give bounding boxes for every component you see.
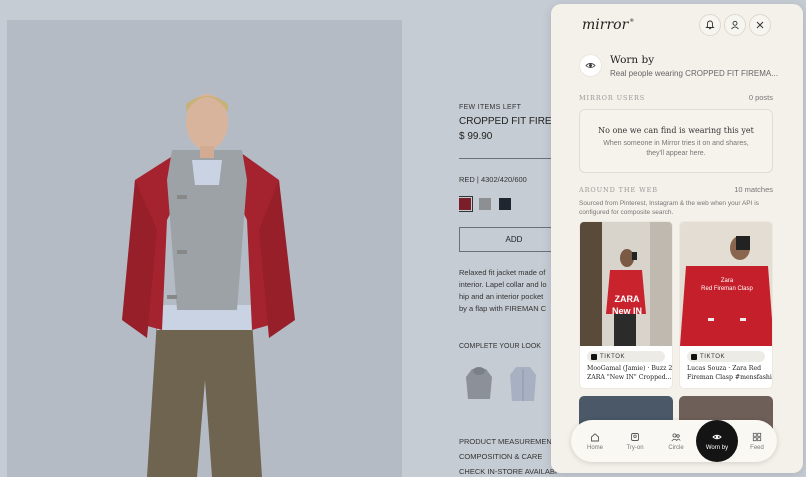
swatch-navy[interactable] — [499, 198, 511, 210]
card-overlay-line: Red Fireman Clasp — [701, 286, 753, 292]
eye-icon — [712, 434, 722, 439]
caption-line: ZARA "New IN" Cropped... — [587, 373, 672, 381]
hoodie-thumbnail[interactable] — [464, 363, 494, 403]
around-web-title: AROUND THE WEB — [579, 185, 658, 194]
close-button[interactable] — [749, 14, 771, 36]
nav-feed[interactable]: Feed — [737, 420, 777, 462]
product-price: $ 99.90 — [459, 131, 493, 142]
notifications-button[interactable] — [699, 14, 721, 36]
card-photo: ZARA New IN — [580, 222, 672, 346]
tiktok-icon — [691, 353, 697, 360]
mirror-users-empty-state: No one we can find is wearing this yet W… — [579, 109, 773, 173]
complete-look-heading: COMPLETE YOUR LOOK — [459, 343, 541, 350]
worn-by-badge — [579, 54, 602, 77]
model-image — [7, 20, 402, 477]
close-icon — [756, 21, 764, 29]
card-overlay-line: Zara — [721, 278, 734, 284]
color-swatches — [459, 196, 511, 212]
card-photo: Zara Red Fireman Clasp — [680, 222, 772, 346]
swatch-grey[interactable] — [479, 198, 491, 210]
try-on-icon — [631, 432, 639, 441]
caption-line: MooGamal (Jamie) · Buzz 2 — [587, 365, 673, 372]
nav-try-on[interactable]: Try-on — [615, 420, 655, 462]
caption-line: Fireman Clasp #mensfashio... — [687, 373, 773, 381]
product-photo — [7, 20, 402, 477]
people-icon — [671, 432, 681, 441]
logo-mark: ® — [629, 18, 635, 24]
around-web-count: 10 matches — [734, 185, 773, 194]
around-web-header: AROUND THE WEB 10 matches — [579, 185, 773, 194]
bell-icon — [705, 20, 715, 30]
web-result-card[interactable]: ZARA New IN TIKTOK MooGamal (Jamie) · Bu… — [579, 221, 673, 389]
profile-button[interactable] — [724, 14, 746, 36]
product-name: CROPPED FIT FIREM — [459, 116, 560, 127]
mirror-users-header: MIRROR USERS 0 posts — [579, 93, 773, 102]
card-overlay-line: ZARA — [615, 294, 640, 304]
user-icon — [731, 20, 739, 30]
nav-worn-by[interactable]: Worn by — [696, 420, 738, 462]
composition-care-link[interactable]: COMPOSITION & CARE — [459, 449, 557, 464]
caption-line: Lucas Souza · Zara Red — [687, 365, 762, 372]
nav-label: Circle — [668, 444, 684, 451]
swatch-red[interactable] — [459, 196, 473, 212]
product-links: PRODUCT MEASUREMENT COMPOSITION & CARE C… — [459, 434, 557, 477]
stock-note: FEW ITEMS LEFT — [459, 104, 522, 111]
card-caption: MooGamal (Jamie) · Buzz 2 ZARA "New IN" … — [587, 365, 673, 382]
product-measurement-link[interactable]: PRODUCT MEASUREMENT — [459, 434, 557, 449]
bottom-nav: Home Try-on Circle Worn by Feed — [571, 420, 777, 462]
nav-label: Home — [586, 444, 603, 451]
nav-label: Try-on — [626, 444, 644, 451]
eye-icon — [585, 63, 596, 68]
card-overlay-line: New IN — [612, 306, 642, 316]
worn-by-header: Worn by Real people wearing CROPPED FIT … — [579, 53, 778, 78]
worn-by-title: Worn by — [610, 54, 655, 66]
source-label: TIKTOK — [700, 353, 726, 360]
nav-home[interactable]: Home — [575, 420, 615, 462]
home-icon — [591, 432, 599, 441]
mirror-users-count: 0 posts — [748, 93, 773, 102]
around-web-description: Sourced from Pinterest, Instagram & the … — [579, 200, 759, 216]
store-availability-link[interactable]: CHECK IN-STORE AVAILABI — [459, 464, 557, 477]
mirror-panel: mirror® Worn by Real people wearing CROP… — [551, 4, 803, 473]
worn-by-subtitle: Real people wearing CROPPED FIT FIREMA..… — [610, 69, 778, 78]
source-label: TIKTOK — [600, 353, 626, 360]
card-caption: Lucas Souza · Zara Red Fireman Clasp #me… — [687, 365, 773, 382]
mirror-logo: mirror® — [582, 17, 634, 33]
empty-state-title: No one we can find is wearing this yet — [598, 126, 754, 135]
source-badge: TIKTOK — [587, 351, 665, 362]
mirror-users-title: MIRROR USERS — [579, 93, 646, 102]
grid-icon — [752, 432, 762, 441]
nav-label: Worn by — [705, 444, 729, 451]
nav-circle[interactable]: Circle — [656, 420, 696, 462]
logo-text: mirror — [582, 17, 629, 33]
empty-state-subtitle: When someone in Mirror tries it on and s… — [603, 140, 749, 157]
tiktok-icon — [591, 353, 597, 360]
shirt-thumbnail[interactable] — [508, 363, 538, 403]
color-reference: RED | 4302/420/600 — [459, 175, 527, 184]
web-result-card[interactable]: Zara Red Fireman Clasp TIKTOK Lucas Souz… — [679, 221, 773, 389]
nav-label: Feed — [750, 444, 764, 451]
complete-look-thumbnails — [464, 363, 538, 403]
source-badge: TIKTOK — [687, 351, 765, 362]
